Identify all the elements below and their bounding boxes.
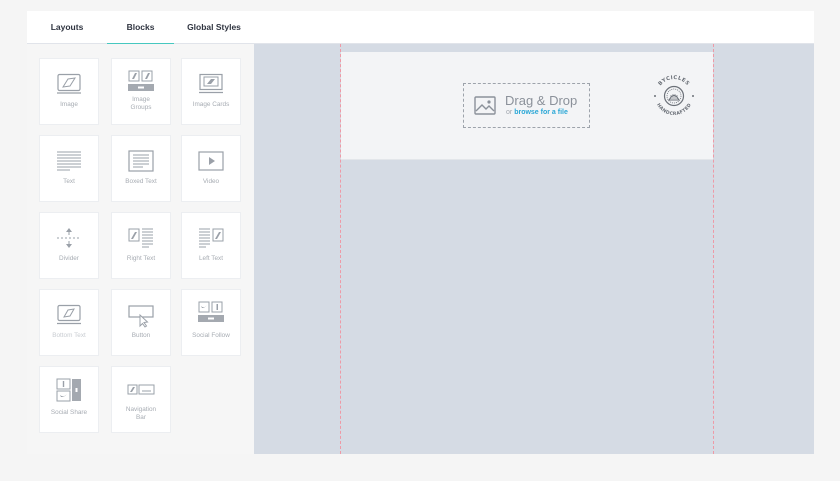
text-icon <box>57 151 81 171</box>
block-image[interactable]: Image <box>39 58 99 125</box>
header-section[interactable]: Drag & Drop or browse for a file BYCICLE… <box>341 52 713 160</box>
block-label: Social Share <box>50 409 88 416</box>
block-label: Text <box>63 178 75 185</box>
image-group-icon <box>128 70 154 91</box>
block-label: Image <box>60 101 78 108</box>
block-label: Social Follow <box>192 332 230 339</box>
video-icon <box>198 151 224 171</box>
block-bottom-text[interactable]: Bottom Text <box>39 289 99 356</box>
svg-text:HANDCRAFTED: HANDCRAFTED <box>655 102 693 117</box>
block-label: Left Text <box>198 255 224 262</box>
block-label: Navigation Bar <box>125 406 157 421</box>
block-label: Video <box>202 178 220 185</box>
block-label: Button <box>131 332 151 339</box>
email-canvas: Drag & Drop or browse for a file BYCICLE… <box>254 44 814 454</box>
browse-file-link[interactable]: browse for a file <box>514 109 568 116</box>
block-social-share[interactable]: Social Share <box>39 366 99 433</box>
block-label: Bottom Text <box>52 332 86 339</box>
block-video[interactable]: Video <box>181 135 241 202</box>
svg-text:BYCICLES: BYCICLES <box>657 75 690 87</box>
block-image-groups[interactable]: Image Groups <box>111 58 171 125</box>
dropzone-prefix: or <box>506 109 513 116</box>
blocks-panel: Image Image Groups Image Cards Text Boxe… <box>27 44 254 454</box>
editor-tabs: Layouts Blocks Global Styles <box>27 11 814 45</box>
block-boxed-text[interactable]: Boxed Text <box>111 135 171 202</box>
tab-global-styles[interactable]: Global Styles <box>173 11 255 44</box>
image-card-icon <box>199 73 223 94</box>
navigation-bar-icon <box>127 384 155 395</box>
block-divider[interactable]: Divider <box>39 212 99 279</box>
dropzone-title: Drag & Drop <box>505 93 578 108</box>
block-image-cards[interactable]: Image Cards <box>181 58 241 125</box>
bicycles-handcrafted-logo[interactable]: BYCICLES HANDCRAFTED <box>647 69 701 123</box>
email-body: Drag & Drop or browse for a file BYCICLE… <box>340 44 714 454</box>
bottom-text-icon <box>57 304 81 325</box>
dropzone-subtitle: or browse for a file <box>506 109 568 116</box>
block-label: Image Cards <box>192 101 230 108</box>
boxed-text-icon <box>128 150 154 172</box>
block-label: Divider <box>59 255 79 262</box>
social-share-icon <box>56 378 81 402</box>
logo-top-text: BYCICLES <box>657 75 690 87</box>
block-label: Right Text <box>126 255 156 262</box>
social-follow-icon <box>198 301 224 322</box>
logo-bottom-text: HANDCRAFTED <box>655 102 692 117</box>
block-navigation-bar[interactable]: Navigation Bar <box>111 366 171 433</box>
editor-app: Layouts Blocks Global Styles Image Image… <box>27 11 814 454</box>
image-placeholder-icon <box>474 96 496 115</box>
block-label: Image Groups <box>130 96 152 111</box>
image-dropzone[interactable]: Drag & Drop or browse for a file <box>463 83 590 128</box>
block-text[interactable]: Text <box>39 135 99 202</box>
block-right-text[interactable]: Right Text <box>111 212 171 279</box>
block-left-text[interactable]: Left Text <box>181 212 241 279</box>
block-social-follow[interactable]: Social Follow <box>181 289 241 356</box>
block-label: Boxed Text <box>125 178 157 185</box>
block-button[interactable]: Button <box>111 289 171 356</box>
tab-layouts[interactable]: Layouts <box>39 11 95 44</box>
image-icon <box>57 73 81 94</box>
button-icon <box>128 305 154 328</box>
divider-icon <box>57 228 81 248</box>
right-text-icon <box>128 228 153 248</box>
left-text-icon <box>199 228 224 248</box>
tab-blocks[interactable]: Blocks <box>107 11 174 45</box>
